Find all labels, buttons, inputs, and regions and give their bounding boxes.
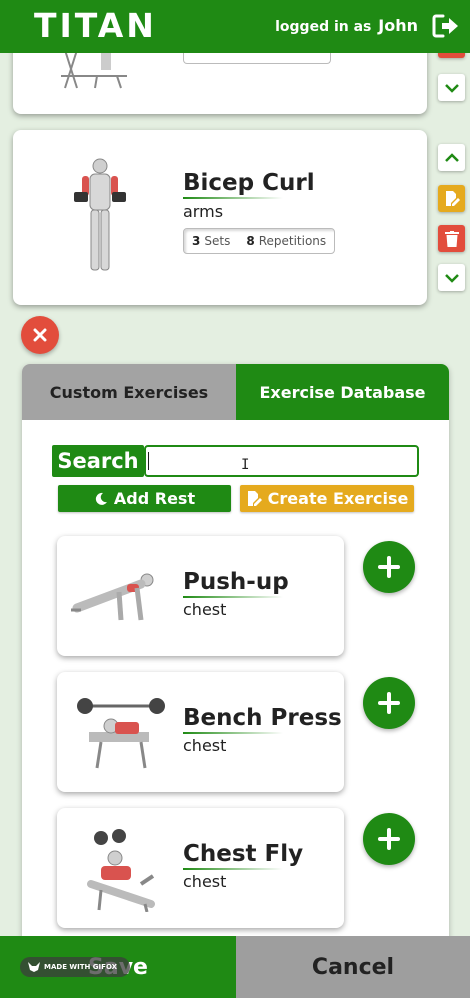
moon-icon [95, 492, 107, 505]
create-exercise-label: Create Exercise [267, 489, 409, 508]
bottom-action-bar: Save Cancel MADE WITH GIFOX [0, 936, 470, 998]
plus-icon [378, 692, 400, 714]
chevron-up-icon [444, 152, 459, 162]
exercise-muscle-group: chest [183, 736, 227, 755]
login-prefix: logged in as [275, 19, 372, 35]
add-rest-label: Add Rest [113, 489, 196, 508]
create-exercise-button[interactable]: Create Exercise [240, 485, 414, 512]
search-input[interactable] [144, 445, 419, 477]
chevron-down-icon [444, 273, 459, 283]
close-icon [33, 328, 47, 342]
exercise-name: Bicep Curl [183, 170, 315, 199]
tab-custom-exercises[interactable]: Custom Exercises [22, 364, 236, 420]
edit-button[interactable] [438, 185, 465, 212]
trash-icon [444, 230, 459, 247]
close-panel-button[interactable] [21, 316, 59, 354]
edit-icon [247, 490, 262, 506]
exercise-picker-panel: Custom Exercises Exercise Database Searc… [22, 364, 449, 998]
mouse-cursor: I [241, 457, 250, 473]
sets-count: 3 [192, 234, 201, 248]
exercise-illustration [74, 158, 126, 271]
move-down-button[interactable] [438, 74, 465, 101]
app-logo[interactable]: TITAN [34, 6, 157, 45]
watermark-text: MADE WITH GIFOX [44, 963, 118, 971]
move-up-button[interactable] [438, 144, 465, 171]
exercise-illustration [77, 698, 165, 769]
add-rest-button[interactable]: Add Rest [58, 485, 231, 512]
gifox-watermark: MADE WITH GIFOX [20, 957, 130, 977]
exercise-muscle-group: arms [183, 202, 224, 221]
exercise-name: Bench Press [183, 705, 342, 734]
exercise-name: Push-up [183, 569, 289, 598]
exercise-muscle-group: chest [183, 600, 227, 619]
reps-label: Repetitions [258, 234, 327, 248]
chevron-down-icon [444, 83, 459, 93]
sets-label: Sets [204, 234, 231, 248]
search-label: Search [52, 445, 144, 477]
exercise-card[interactable]: Push-up chest [57, 536, 344, 656]
edit-icon [445, 190, 460, 206]
fox-icon [28, 962, 40, 972]
exercise-illustration [87, 829, 155, 912]
username: John [378, 16, 418, 35]
add-exercise-button[interactable] [363, 677, 415, 729]
move-down-button[interactable] [438, 264, 465, 291]
top-bar: TITAN logged in as John [0, 0, 470, 53]
plus-icon [378, 556, 400, 578]
exercise-name: Chest Fly [183, 841, 304, 870]
plus-icon [378, 828, 400, 850]
exercise-card[interactable]: Chest Fly chest [57, 808, 344, 928]
login-status: logged in as John [275, 16, 418, 35]
routine-item-card: Bicep Curl arms 3 Sets 8 Repetitions [13, 130, 427, 305]
add-exercise-button[interactable] [363, 813, 415, 865]
sets-reps-box: 3 Sets 8 Repetitions [183, 228, 336, 254]
exercise-muscle-group: chest [183, 872, 227, 891]
exercise-card[interactable]: Bench Press chest [57, 672, 344, 792]
add-exercise-button[interactable] [363, 541, 415, 593]
delete-button[interactable] [438, 225, 465, 252]
cancel-button[interactable]: Cancel [236, 936, 470, 998]
logout-icon[interactable] [432, 13, 460, 39]
exercise-illustration [71, 573, 154, 621]
tab-exercise-database[interactable]: Exercise Database [236, 364, 449, 420]
reps-count: 8 [246, 234, 255, 248]
text-caret [148, 452, 149, 470]
